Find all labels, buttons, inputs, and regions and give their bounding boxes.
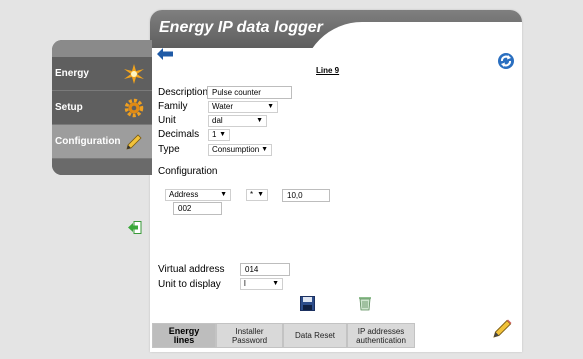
- pencil-icon: [126, 134, 142, 150]
- type-value: Consumption: [212, 145, 260, 154]
- config-factor-input[interactable]: 10,0: [282, 189, 330, 202]
- sidebar-item-configuration[interactable]: Configuration: [52, 125, 152, 159]
- tab-label: Installer: [235, 326, 264, 336]
- description-label: Description: [158, 87, 209, 98]
- decimals-select[interactable]: 1 ▼: [208, 129, 230, 141]
- unit-label: Unit: [158, 115, 176, 126]
- type-label: Type: [158, 144, 180, 155]
- chevron-down-icon: ▼: [272, 280, 279, 287]
- family-label: Family: [158, 101, 188, 112]
- decimals-value: 1: [212, 130, 217, 139]
- main-panel: Energy IP data logger: [150, 10, 522, 352]
- chevron-down-icon: ▼: [220, 191, 227, 198]
- tab-label: Password: [231, 335, 268, 345]
- config-address-input[interactable]: 002: [173, 202, 222, 215]
- chevron-down-icon: ▼: [257, 191, 264, 198]
- unit-select[interactable]: dal ▼: [208, 115, 267, 127]
- configuration-label: Configuration: [158, 166, 218, 177]
- edit-pencil-icon[interactable]: [491, 318, 513, 340]
- chevron-down-icon: ▼: [256, 117, 263, 124]
- logout-icon[interactable]: [128, 221, 142, 234]
- refresh-icon[interactable]: [497, 52, 515, 70]
- line-heading: Line 9: [316, 66, 340, 75]
- chevron-down-icon: ▼: [261, 146, 268, 153]
- config-operator-value: *: [250, 190, 254, 199]
- sidebar-item-label: Energy: [55, 68, 89, 79]
- chevron-down-icon: ▼: [219, 131, 226, 138]
- tab-label: Data Reset: [294, 331, 336, 340]
- tab-label: lines: [173, 334, 195, 345]
- type-select[interactable]: Consumption ▼: [208, 144, 272, 156]
- tab-ip-addresses-authentication[interactable]: IP addresses authentication: [347, 323, 415, 348]
- sidebar-item-label: Setup: [55, 102, 83, 113]
- tab-label: authentication: [356, 335, 406, 345]
- virtual-address-input[interactable]: 014: [240, 263, 290, 276]
- back-arrow-icon[interactable]: [157, 48, 173, 60]
- config-operator-select[interactable]: * ▼: [246, 189, 268, 201]
- save-icon[interactable]: [300, 296, 315, 311]
- tab-energy-lines[interactable]: Energy lines: [152, 323, 216, 348]
- config-field-value: Address: [169, 190, 199, 199]
- config-field-select[interactable]: Address ▼: [165, 189, 231, 201]
- description-input[interactable]: Pulse counter: [207, 86, 292, 99]
- family-value: Water: [212, 102, 234, 111]
- energy-icon: [124, 64, 144, 84]
- tab-label: IP addresses: [357, 326, 405, 336]
- sidebar-top: [52, 40, 152, 57]
- decimals-label: Decimals: [158, 129, 200, 140]
- sidebar-bottom: [52, 159, 152, 175]
- sidebar-item-label: Configuration: [55, 136, 121, 147]
- panel-title: Energy IP data logger: [159, 19, 323, 36]
- sidebar-item-setup[interactable]: Setup: [52, 91, 152, 125]
- sidebar: Energy Setup Configuration: [52, 40, 152, 175]
- unit-value: dal: [212, 116, 223, 125]
- unit-to-display-label: Unit to display: [158, 279, 221, 290]
- tab-installer-password[interactable]: Installer Password: [216, 323, 283, 348]
- tab-data-reset[interactable]: Data Reset: [283, 323, 347, 348]
- sidebar-item-energy[interactable]: Energy: [52, 57, 152, 91]
- virtual-address-label: Virtual address: [158, 264, 225, 275]
- gear-icon: [124, 98, 144, 118]
- family-select[interactable]: Water ▼: [208, 101, 278, 113]
- trash-icon[interactable]: [358, 294, 372, 311]
- unit-to-display-select[interactable]: l ▼: [240, 278, 283, 290]
- chevron-down-icon: ▼: [267, 103, 274, 110]
- unit-to-display-value: l: [244, 279, 246, 288]
